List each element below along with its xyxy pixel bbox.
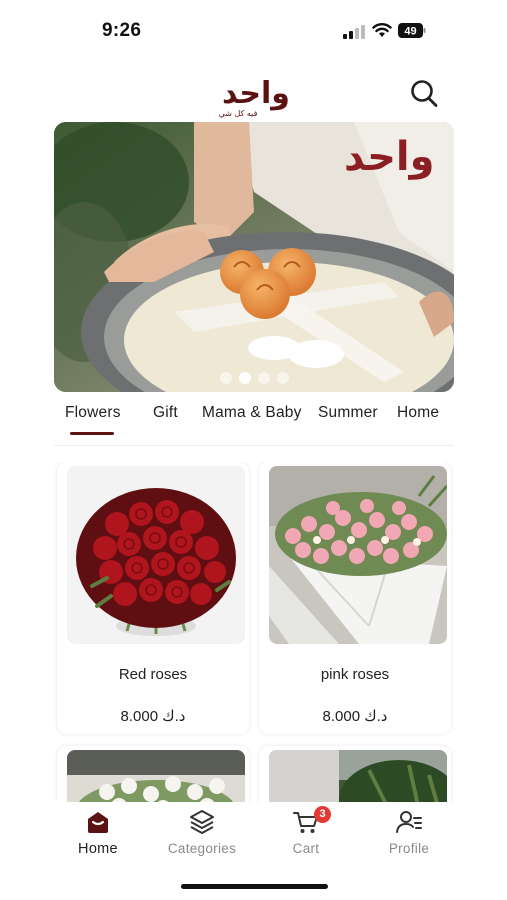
product-card[interactable] (57, 746, 249, 802)
tab-home[interactable]: Home (397, 404, 439, 422)
carousel-dot[interactable] (276, 372, 289, 384)
layers-icon (190, 810, 214, 834)
tabs-divider (54, 445, 454, 446)
tab-flowers[interactable]: Flowers (65, 404, 121, 422)
app-header: واحد فيه كل شي (0, 66, 507, 122)
product-card[interactable]: pink roses 8.000 د.ك (259, 462, 451, 734)
battery-icon: 49 (398, 23, 426, 38)
product-name: Red roses (118, 666, 188, 683)
logo-tagline: فيه كل شي (219, 109, 258, 118)
product-price: 8.000 د.ك (120, 708, 186, 725)
profile-icon (396, 811, 422, 833)
carousel-dots (54, 372, 454, 384)
product-image (269, 750, 447, 802)
home-indicator[interactable] (181, 884, 328, 889)
nav-home[interactable]: Home (48, 808, 148, 866)
hero-banner[interactable]: واحد (54, 122, 454, 392)
product-price: 8.000 د.ك (322, 708, 388, 725)
product-card[interactable] (259, 746, 451, 802)
carousel-dot[interactable] (238, 372, 251, 384)
cart-badge: 3 (314, 806, 331, 823)
hero-image: واحد (54, 122, 454, 392)
product-card[interactable]: Red roses 8.000 د.ك (57, 462, 249, 734)
home-icon (88, 812, 108, 833)
tab-mama-baby[interactable]: Mama & Baby (202, 404, 302, 422)
product-name: pink roses (320, 666, 390, 683)
search-icon[interactable] (408, 78, 440, 110)
status-bar: 9:26 49 (0, 0, 507, 58)
battery-level: 49 (404, 26, 416, 38)
category-tabs: Flowers Gift Mama & Baby Summer Home (54, 398, 454, 444)
tab-summer[interactable]: Summer (318, 404, 378, 422)
nav-profile[interactable]: Profile (359, 808, 459, 866)
product-image (67, 750, 245, 802)
logo-text: واحد (222, 76, 290, 111)
status-time: 9:26 (102, 20, 142, 41)
svg-text:واحد: واحد (344, 134, 435, 180)
wifi-icon (372, 23, 392, 37)
carousel-dot[interactable] (257, 372, 270, 384)
signal-icon (343, 25, 365, 39)
product-image (67, 466, 245, 644)
product-grid: Red roses 8.000 د.ك pink roses 8.000 د.ك (54, 462, 454, 802)
nav-label: Home (78, 841, 118, 857)
nav-categories[interactable]: Categories (152, 808, 252, 866)
brand-logo: واحد فيه كل شي (219, 76, 290, 118)
active-tab-indicator (70, 432, 114, 435)
product-image (269, 466, 447, 644)
nav-cart[interactable]: 3 Cart (256, 806, 356, 866)
carousel-dot[interactable] (219, 372, 232, 384)
tab-gift[interactable]: Gift (153, 404, 178, 422)
nav-label: Cart (292, 841, 320, 856)
nav-label: Profile (388, 841, 430, 856)
nav-label: Categories (167, 841, 237, 856)
